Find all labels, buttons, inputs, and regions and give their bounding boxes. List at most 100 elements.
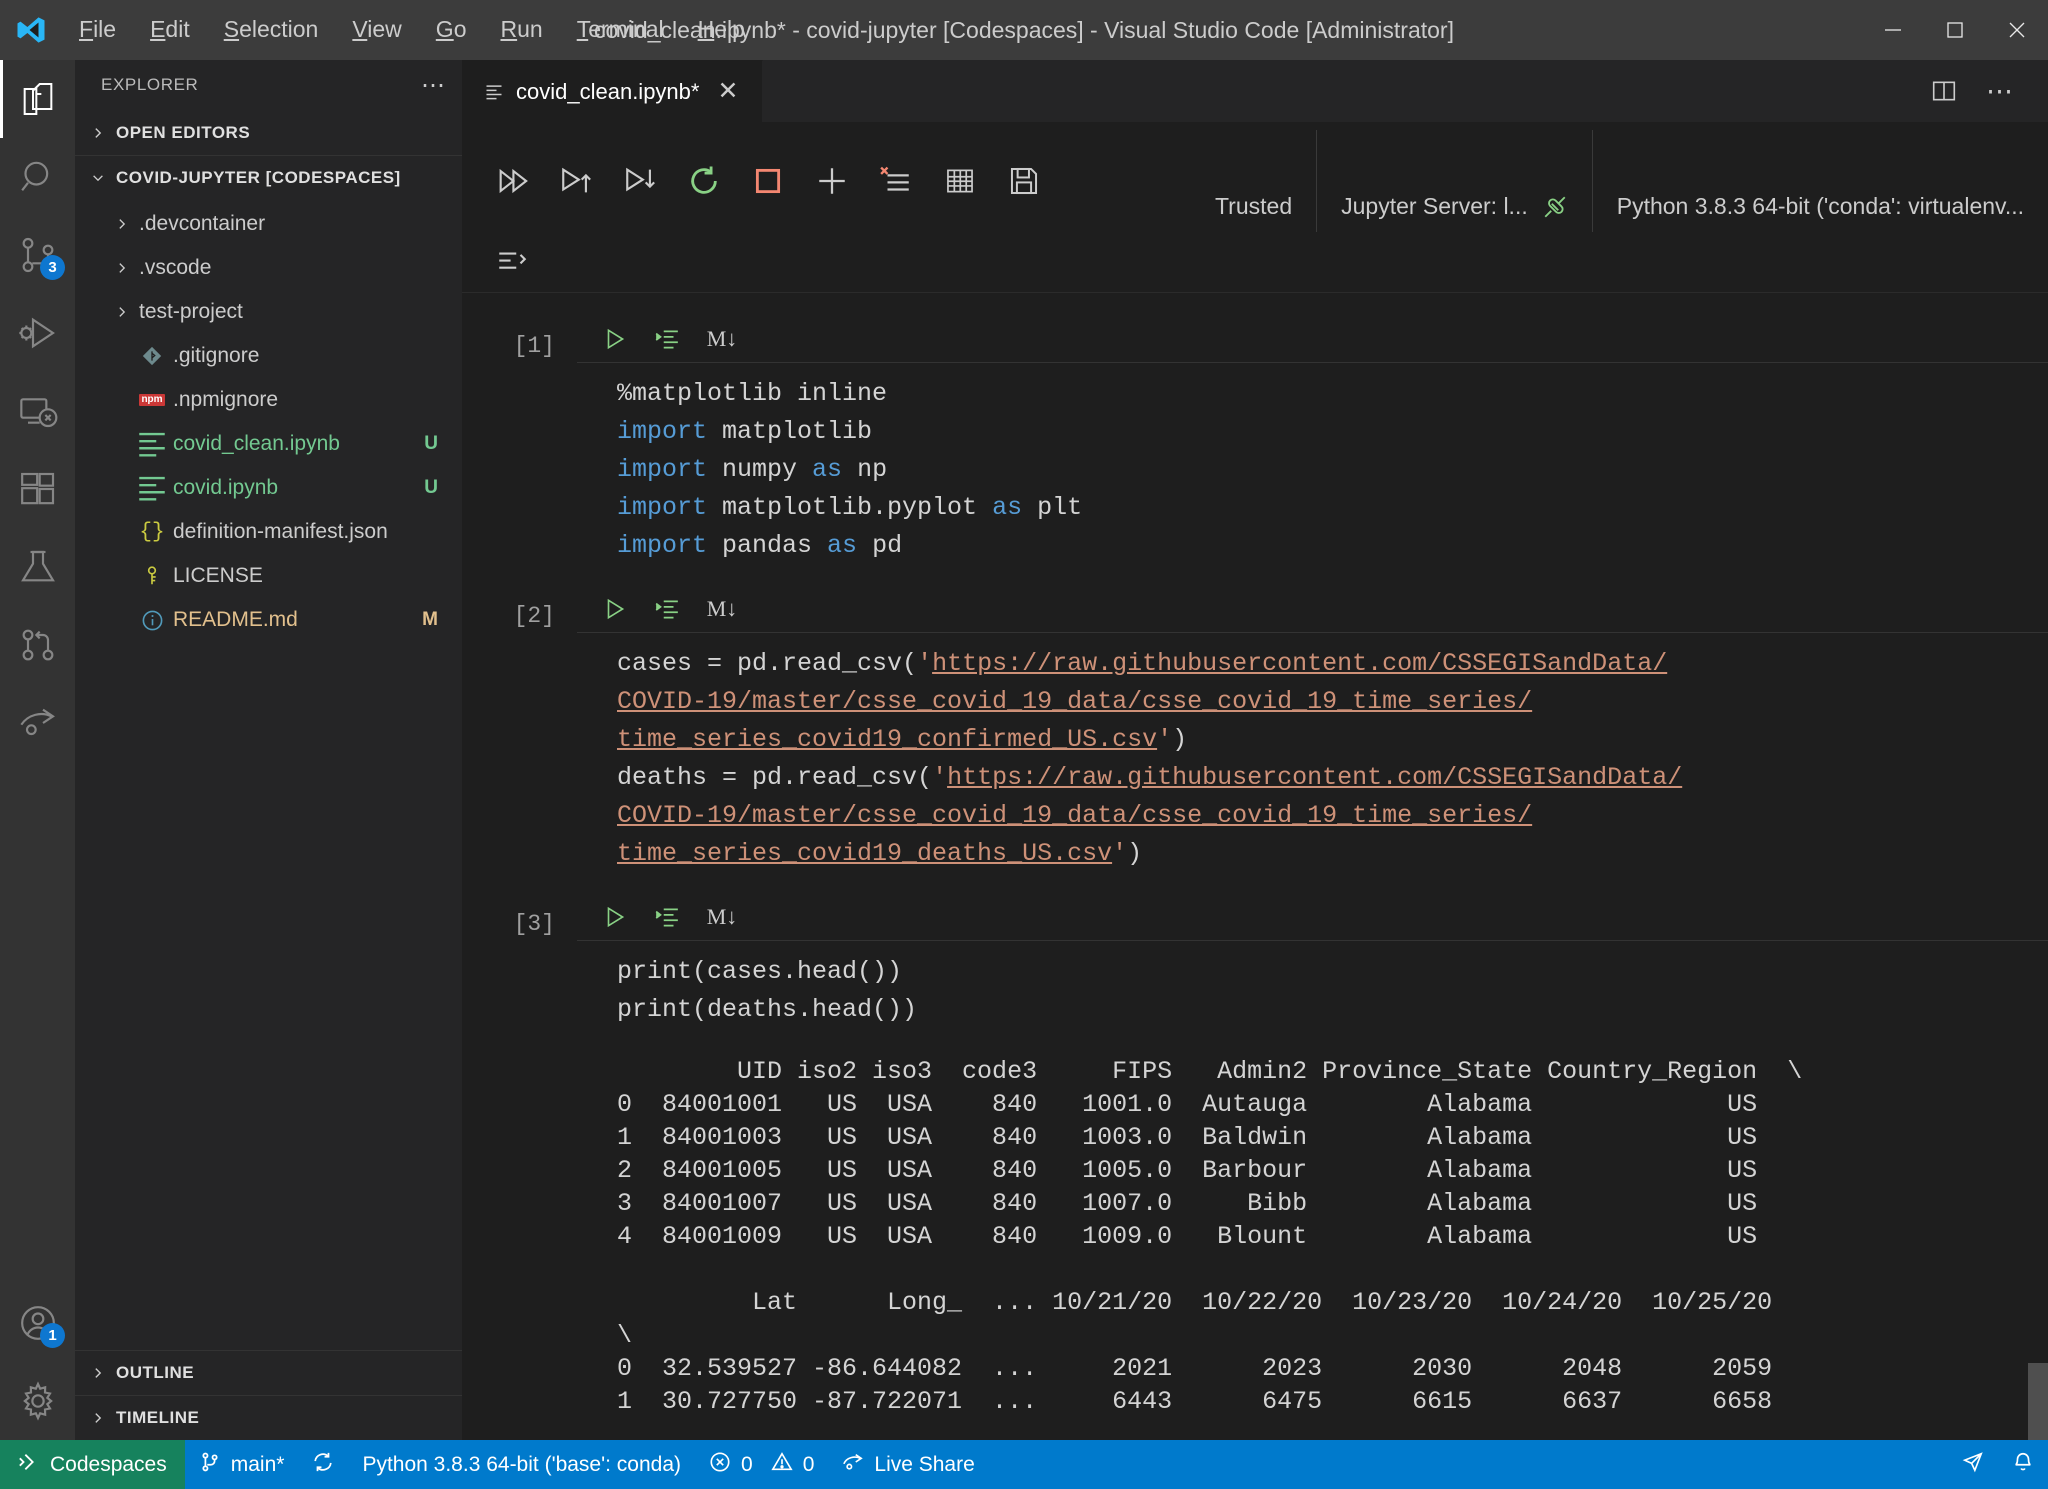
activity-remote-explorer[interactable] — [0, 372, 75, 450]
export-button[interactable] — [992, 153, 1056, 209]
interrupt-kernel-button[interactable] — [736, 153, 800, 209]
git-branch-icon — [199, 1451, 221, 1479]
status-sync[interactable] — [298, 1440, 348, 1489]
markdown-toggle-icon[interactable]: M↓ — [695, 587, 743, 631]
tree-item-covid-ipynb[interactable]: covid.ipynb U — [75, 466, 462, 510]
tree-item-npmignore[interactable]: npm .npmignore — [75, 378, 462, 422]
menu-terminal[interactable]: Terminal — [560, 10, 681, 50]
status-remote-indicator[interactable]: Codespaces — [0, 1440, 185, 1489]
sidebar-more-icon[interactable]: ⋯ — [421, 71, 446, 100]
activity-source-control[interactable]: 3 — [0, 216, 75, 294]
run-cell-icon[interactable] — [591, 587, 639, 631]
activity-live-share[interactable] — [0, 684, 75, 762]
markdown-toggle-icon[interactable]: M↓ — [695, 317, 743, 361]
notebook-toolbar: Trusted Jupyter Server: l... Python 3.8.… — [462, 122, 2048, 293]
ellipsis-icon[interactable]: ⋯ — [1974, 65, 2026, 117]
status-branch[interactable]: main* — [185, 1440, 299, 1489]
tab-covid-clean-ipynb[interactable]: covid_clean.ipynb* ✕ — [462, 60, 764, 122]
run-all-button[interactable] — [480, 153, 544, 209]
section-outline[interactable]: OUTLINE — [75, 1350, 462, 1395]
notebook-toolbar-buttons — [462, 148, 1056, 214]
status-live-share[interactable]: Live Share — [828, 1440, 988, 1489]
collapse-cells-button[interactable] — [480, 234, 544, 290]
notebook-cell-list[interactable]: [1] M↓ %matplotlib inline import matplot… — [462, 293, 2048, 1440]
workbench: 3 1 EXPLORER ⋯ OPEN EDITORS COVID-JUPYTE… — [0, 60, 2048, 1440]
notebook-cell-3[interactable]: [3] M↓ print(cases.head()) print(deaths.… — [462, 893, 2048, 1418]
status-python-interpreter[interactable]: Python 3.8.3 64-bit ('base': conda) — [348, 1440, 695, 1489]
cell-code[interactable]: %matplotlib inline import matplotlib imp… — [577, 363, 2048, 577]
menu-help[interactable]: Help — [681, 10, 762, 50]
kernel-selector[interactable]: Python 3.8.3 64-bit ('conda': virtualenv… — [1591, 130, 2048, 232]
tree-item-git-badge: U — [424, 433, 438, 454]
menu-edit[interactable]: Edit — [133, 10, 207, 50]
status-notifications[interactable] — [1998, 1451, 2048, 1479]
jupyter-server-status[interactable]: Jupyter Server: l... — [1316, 130, 1592, 232]
vscode-window: File Edit Selection View Go Run Terminal… — [0, 0, 2048, 1489]
tree-item-git-badge: U — [424, 477, 438, 498]
tree-item-definition-manifest-json[interactable]: {} definition-manifest.json — [75, 510, 462, 554]
tree-item-gitignore[interactable]: .gitignore — [75, 334, 462, 378]
section-timeline[interactable]: TIMELINE — [75, 1395, 462, 1440]
notebook-cell-2[interactable]: [2] M↓ cases = pd.read_csv('https://raw.… — [462, 585, 2048, 885]
output-scrollbar[interactable] — [2028, 1363, 2048, 1440]
menu-go[interactable]: Go — [419, 10, 484, 50]
activity-settings[interactable] — [0, 1362, 75, 1440]
menu-view[interactable]: View — [335, 10, 418, 50]
run-output-icon[interactable] — [643, 317, 691, 361]
sidebar-header: EXPLORER ⋯ — [75, 60, 462, 110]
section-workspace-folder[interactable]: COVID-JUPYTER [CODESPACES] — [75, 155, 462, 200]
minimize-button[interactable] — [1862, 0, 1924, 60]
run-below-button[interactable] — [608, 153, 672, 209]
tree-item-devcontainer[interactable]: .devcontainer — [75, 202, 462, 246]
run-output-icon[interactable] — [643, 895, 691, 939]
clear-outputs-button[interactable] — [864, 153, 928, 209]
menu-file[interactable]: File — [62, 10, 133, 50]
restart-kernel-button[interactable] — [672, 153, 736, 209]
activity-search[interactable] — [0, 138, 75, 216]
run-output-icon[interactable] — [643, 587, 691, 631]
tree-item-readme-md[interactable]: README.md M — [75, 598, 462, 642]
menu-run[interactable]: Run — [483, 10, 559, 50]
cell-execution-count: [2] — [513, 603, 555, 629]
activity-testing[interactable] — [0, 528, 75, 606]
section-open-editors[interactable]: OPEN EDITORS — [75, 110, 462, 155]
status-bar-right — [1948, 1451, 2048, 1479]
run-cell-icon[interactable] — [591, 317, 639, 361]
accounts-badge: 1 — [40, 1323, 65, 1348]
close-button[interactable] — [1986, 0, 2048, 60]
status-feedback[interactable] — [1948, 1451, 1998, 1479]
tree-item-covid-clean-ipynb[interactable]: covid_clean.ipynb U — [75, 422, 462, 466]
info-icon — [135, 609, 169, 632]
menu-selection[interactable]: Selection — [207, 10, 336, 50]
cell-toolbar: M↓ — [577, 585, 2048, 633]
tree-item-test-project[interactable]: test-project — [75, 290, 462, 334]
cell-execution-count: [3] — [513, 911, 555, 937]
activity-extensions[interactable] — [0, 450, 75, 528]
add-cell-button[interactable] — [800, 153, 864, 209]
activity-run-debug[interactable] — [0, 294, 75, 372]
maximize-button[interactable] — [1924, 0, 1986, 60]
activity-accounts[interactable]: 1 — [0, 1284, 75, 1362]
split-editor-icon[interactable] — [1918, 65, 1970, 117]
run-cell-icon[interactable] — [591, 895, 639, 939]
status-problems[interactable]: 0 0 — [695, 1440, 828, 1489]
trusted-status[interactable]: Trusted — [1191, 130, 1316, 232]
warning-icon — [771, 1451, 793, 1479]
close-icon[interactable]: ✕ — [711, 79, 744, 104]
sidebar-title: EXPLORER — [101, 75, 199, 94]
run-above-button[interactable] — [544, 153, 608, 209]
chevron-right-icon — [109, 261, 135, 275]
cell-code[interactable]: cases = pd.read_csv('https://raw.githubu… — [577, 633, 2048, 885]
tree-item-git-badge: M — [422, 609, 438, 630]
cell-code[interactable]: print(cases.head()) print(deaths.head()) — [577, 941, 2048, 1041]
json-icon: {} — [139, 520, 165, 544]
tree-item-label: LICENSE — [173, 564, 263, 587]
tree-item-license[interactable]: LICENSE — [75, 554, 462, 598]
variables-grid-icon[interactable] — [928, 153, 992, 209]
activity-explorer[interactable] — [0, 60, 75, 138]
markdown-toggle-icon[interactable]: M↓ — [695, 895, 743, 939]
status-error-count: 0 — [741, 1452, 753, 1476]
notebook-cell-1[interactable]: [1] M↓ %matplotlib inline import matplot… — [462, 315, 2048, 577]
tree-item-vscode[interactable]: .vscode — [75, 246, 462, 290]
activity-pull-requests[interactable] — [0, 606, 75, 684]
